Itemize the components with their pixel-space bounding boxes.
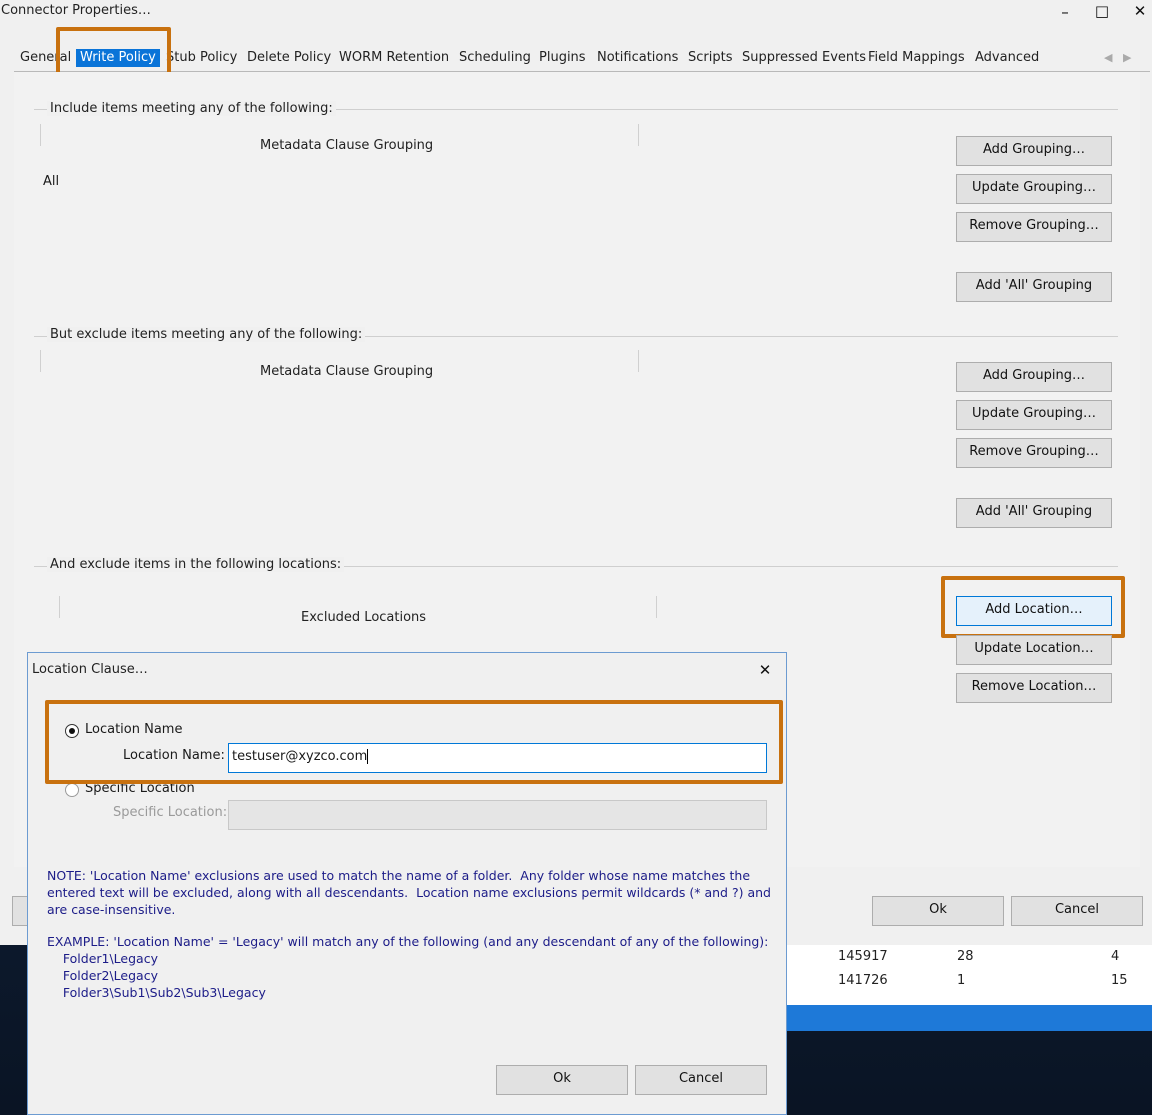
exclude-update-grouping-button[interactable]: Update Grouping… — [956, 400, 1112, 430]
dialog-close-icon[interactable]: ✕ — [753, 660, 777, 680]
tab-notifications[interactable]: Notifications — [597, 49, 678, 67]
column-separator — [40, 350, 41, 372]
include-add-grouping-button[interactable]: Add Grouping… — [956, 136, 1112, 166]
dialog-ok-button[interactable]: Ok — [496, 1065, 628, 1095]
example-line: Folder1\Legacy — [47, 951, 158, 966]
background-selection-bar — [787, 1005, 1152, 1031]
tab-delete-policy[interactable]: Delete Policy — [247, 49, 331, 67]
ok-button[interactable]: Ok — [872, 896, 1004, 926]
location-clause-dialog: Location Clause… ✕ Location Name Locatio… — [27, 652, 787, 1115]
table-cell: 28 — [957, 949, 974, 964]
tab-scripts[interactable]: Scripts — [688, 49, 732, 67]
table-cell: 4 — [1111, 949, 1120, 964]
minimize-button[interactable]: – — [1053, 2, 1077, 22]
tab-worm-retention[interactable]: WORM Retention — [339, 49, 449, 67]
close-button[interactable]: ✕ — [1128, 1, 1152, 21]
window-title: Connector Properties… — [1, 3, 151, 18]
include-column-header[interactable]: Metadata Clause Grouping — [260, 138, 433, 153]
column-separator — [638, 124, 639, 146]
include-section-title: Include items meeting any of the followi… — [47, 101, 336, 116]
tab-scroll-left-icon[interactable]: ◀ — [1104, 51, 1112, 64]
tab-stub-policy[interactable]: Stub Policy — [166, 49, 237, 67]
background-table: 145917 28 4 141726 1 15 — [787, 945, 1152, 1005]
tab-advanced[interactable]: Advanced — [975, 49, 1039, 67]
include-add-all-grouping-button[interactable]: Add 'All' Grouping — [956, 272, 1112, 302]
column-separator — [40, 124, 41, 146]
maximize-button[interactable]: □ — [1090, 1, 1114, 21]
note-line: NOTE: 'Location Name' exclusions are use… — [47, 868, 751, 883]
exclude-column-header[interactable]: Metadata Clause Grouping — [260, 364, 433, 379]
remove-location-button[interactable]: Remove Location… — [956, 673, 1112, 703]
include-remove-grouping-button[interactable]: Remove Grouping… — [956, 212, 1112, 242]
update-location-button[interactable]: Update Location… — [956, 635, 1112, 665]
example-line: EXAMPLE: 'Location Name' = 'Legacy' will… — [47, 934, 769, 949]
column-separator — [59, 596, 60, 618]
tab-scheduling[interactable]: Scheduling — [459, 49, 531, 67]
cancel-button[interactable]: Cancel — [1011, 896, 1143, 926]
location-section-title: And exclude items in the following locat… — [47, 557, 345, 572]
example-line: Folder3\Sub1\Sub2\Sub3\Legacy — [47, 985, 266, 1000]
add-location-highlight-annotation — [941, 576, 1125, 638]
specific-location-field-label: Specific Location: — [113, 805, 228, 820]
location-name-highlight-annotation — [45, 700, 783, 784]
tab-suppressed-events[interactable]: Suppressed Events — [742, 49, 866, 67]
exclude-remove-grouping-button[interactable]: Remove Grouping… — [956, 438, 1112, 468]
dialog-title: Location Clause… — [32, 662, 148, 677]
tab-scroll-right-icon[interactable]: ▶ — [1123, 51, 1131, 64]
note-line: are case-insensitive. — [47, 902, 176, 917]
tab-field-mappings[interactable]: Field Mappings — [868, 49, 965, 67]
table-cell: 141726 — [838, 973, 888, 988]
note-line: entered text will be excluded, along wit… — [47, 885, 771, 900]
table-cell: 15 — [1111, 973, 1128, 988]
include-update-grouping-button[interactable]: Update Grouping… — [956, 174, 1112, 204]
excluded-locations-column-header[interactable]: Excluded Locations — [301, 610, 426, 625]
dialog-cancel-button[interactable]: Cancel — [635, 1065, 767, 1095]
exclude-add-grouping-button[interactable]: Add Grouping… — [956, 362, 1112, 392]
table-cell: 1 — [957, 973, 966, 988]
exclude-section-title: But exclude items meeting any of the fol… — [47, 327, 366, 342]
specific-location-input[interactable] — [228, 800, 767, 830]
table-cell: 145917 — [838, 949, 888, 964]
column-separator — [638, 350, 639, 372]
include-list-item[interactable]: All — [43, 174, 59, 189]
column-separator — [656, 596, 657, 618]
exclude-add-all-grouping-button[interactable]: Add 'All' Grouping — [956, 498, 1112, 528]
example-line: Folder2\Legacy — [47, 968, 158, 983]
tab-plugins[interactable]: Plugins — [539, 49, 586, 67]
specific-location-radio[interactable] — [65, 783, 79, 797]
